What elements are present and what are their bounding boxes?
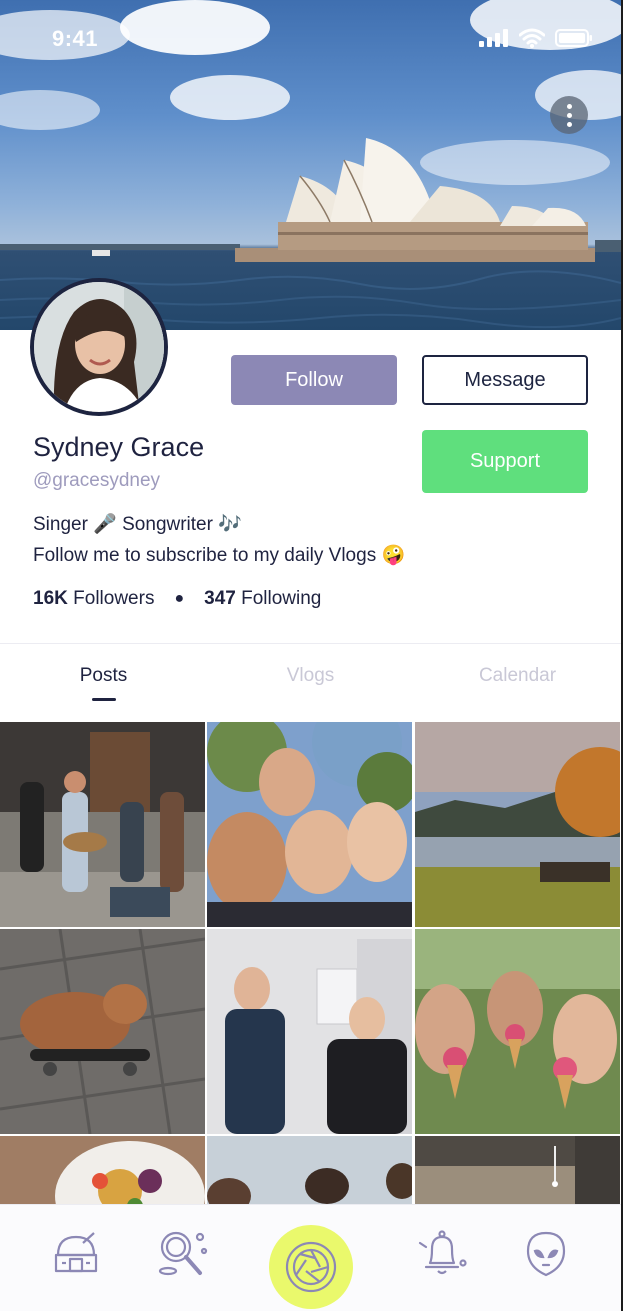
follow-button[interactable]: Follow xyxy=(231,355,397,405)
camera-icon[interactable] xyxy=(269,1225,353,1309)
active-tab-indicator xyxy=(92,698,116,701)
lakeside-sunset-photo[interactable] xyxy=(415,722,620,927)
alien-profile-icon[interactable] xyxy=(516,1223,576,1283)
observatory-icon[interactable] xyxy=(46,1223,106,1283)
posts-grid xyxy=(0,722,621,1204)
support-button[interactable]: Support xyxy=(422,430,588,493)
separator-dot: ● xyxy=(174,590,185,607)
skateboarding-bulldog-photo[interactable] xyxy=(0,929,205,1134)
profile-tabs: Posts Vlogs Calendar xyxy=(0,660,621,710)
office-friends-photo[interactable] xyxy=(207,929,412,1134)
avatar-photo xyxy=(34,282,164,412)
follow-stats: 16K Followers ● 347 Following xyxy=(33,588,321,610)
notifications-icon[interactable] xyxy=(412,1223,472,1283)
battery-icon xyxy=(555,29,592,47)
following-link[interactable]: 347 Following xyxy=(204,588,321,610)
profile-handle: @gracesydney xyxy=(33,470,161,491)
profile-name: Sydney Grace xyxy=(33,432,205,462)
tab-vlogs[interactable]: Vlogs xyxy=(207,665,414,687)
bio-line: Follow me to subscribe to my daily Vlogs… xyxy=(33,545,406,566)
tab-posts[interactable]: Posts xyxy=(0,665,207,687)
food-plate-photo[interactable] xyxy=(0,1136,205,1204)
status-time: 9:41 xyxy=(52,26,99,51)
followers-label: Followers xyxy=(73,588,155,609)
message-button[interactable]: Message xyxy=(422,355,588,405)
friends-selfie-photo[interactable] xyxy=(207,722,412,927)
more-vertical-icon[interactable] xyxy=(550,96,588,134)
group-outdoors-photo[interactable] xyxy=(207,1136,412,1204)
following-label: Following xyxy=(241,588,322,609)
explore-icon[interactable] xyxy=(152,1223,212,1283)
divider xyxy=(0,643,621,644)
wifi-icon xyxy=(519,28,545,48)
tab-calendar[interactable]: Calendar xyxy=(414,665,621,687)
followers-link[interactable]: 16K Followers xyxy=(33,588,154,610)
interior-room-photo[interactable] xyxy=(415,1136,620,1204)
profile-screen: 9:41 Follow Message Support Sydney Grace… xyxy=(0,0,623,1311)
ice-cream-friends-photo[interactable] xyxy=(415,929,620,1134)
signal-icon xyxy=(479,29,508,47)
avatar[interactable] xyxy=(30,278,168,416)
street-musicians-photo[interactable] xyxy=(0,722,205,927)
bio-line: Singer 🎤 Songwriter 🎶 xyxy=(33,514,242,535)
status-bar: 9:41 xyxy=(0,26,621,54)
followers-count: 16K xyxy=(33,588,68,609)
following-count: 347 xyxy=(204,588,236,609)
bottom-navigation xyxy=(0,1204,621,1311)
